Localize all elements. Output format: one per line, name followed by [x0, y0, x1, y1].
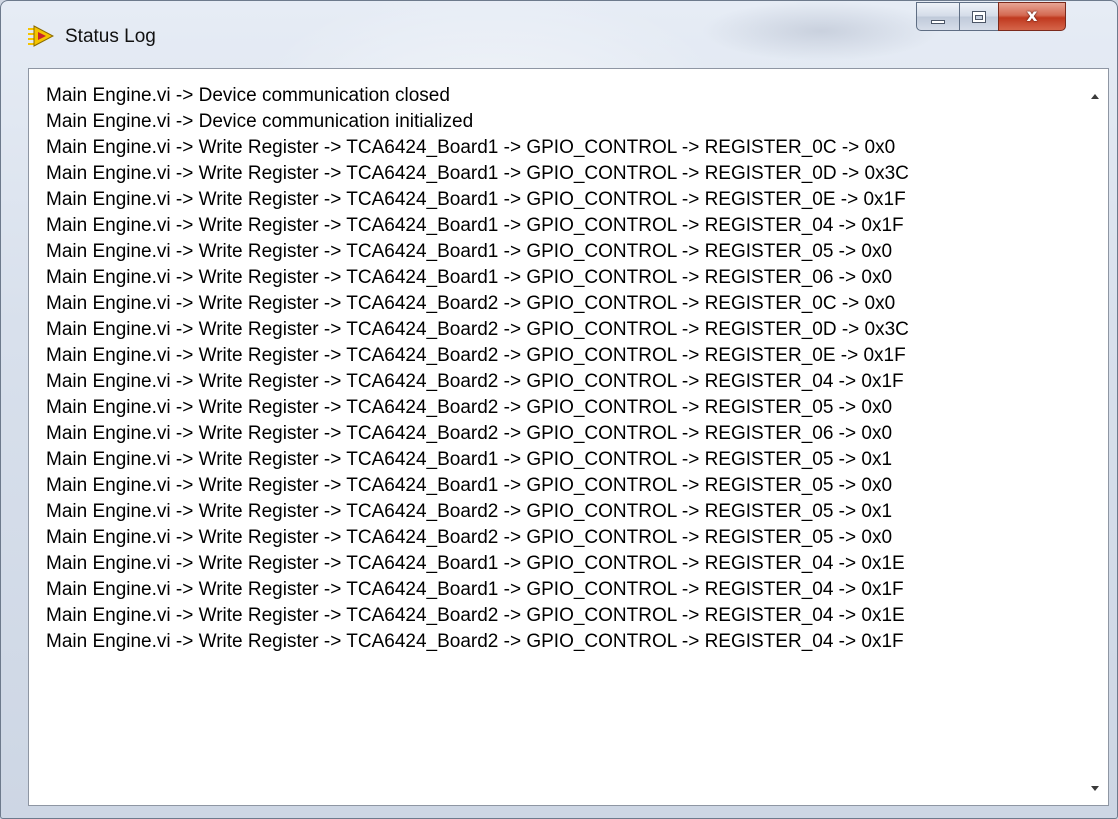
scroll-down-button[interactable] [1082, 775, 1108, 801]
log-line: Main Engine.vi -> Write Register -> TCA6… [46, 449, 893, 470]
log-line: Main Engine.vi -> Write Register -> TCA6… [46, 319, 909, 340]
close-button[interactable]: x [998, 2, 1066, 31]
minimize-button[interactable] [916, 2, 960, 31]
log-line: Main Engine.vi -> Write Register -> TCA6… [46, 501, 893, 522]
log-line: Main Engine.vi -> Write Register -> TCA6… [46, 293, 896, 314]
labview-arrow-icon [28, 25, 54, 47]
log-line: Main Engine.vi -> Write Register -> TCA6… [46, 553, 905, 574]
log-line: Main Engine.vi -> Device communication c… [46, 85, 450, 106]
vertical-scrollbar[interactable] [1082, 69, 1108, 805]
log-line: Main Engine.vi -> Write Register -> TCA6… [46, 345, 906, 366]
log-line: Main Engine.vi -> Write Register -> TCA6… [46, 397, 893, 418]
maximize-button[interactable] [959, 2, 999, 31]
log-line: Main Engine.vi -> Write Register -> TCA6… [46, 267, 893, 288]
log-line: Main Engine.vi -> Write Register -> TCA6… [46, 527, 893, 548]
log-line: Main Engine.vi -> Device communication i… [46, 111, 474, 132]
log-line: Main Engine.vi -> Write Register -> TCA6… [46, 631, 904, 652]
log-line: Main Engine.vi -> Write Register -> TCA6… [46, 163, 909, 184]
log-line: Main Engine.vi -> Write Register -> TCA6… [46, 137, 896, 158]
scroll-up-icon [1091, 93, 1099, 99]
close-icon: x [1026, 6, 1038, 26]
log-line: Main Engine.vi -> Write Register -> TCA6… [46, 579, 904, 600]
window-title: Status Log [65, 26, 156, 47]
scroll-down-icon [1091, 785, 1099, 791]
log-line: Main Engine.vi -> Write Register -> TCA6… [46, 475, 893, 496]
status-log-listbox[interactable]: Main Engine.vi -> Device communication c… [28, 68, 1109, 806]
title-bar[interactable]: Status Log x [1, 1, 1117, 67]
caption-buttons: x [916, 2, 1109, 32]
log-line: Main Engine.vi -> Write Register -> TCA6… [46, 371, 904, 392]
scroll-up-button[interactable] [1082, 83, 1108, 109]
minimize-icon [931, 19, 945, 24]
log-line: Main Engine.vi -> Write Register -> TCA6… [46, 241, 893, 262]
log-line: Main Engine.vi -> Write Register -> TCA6… [46, 423, 893, 444]
log-line: Main Engine.vi -> Write Register -> TCA6… [46, 189, 906, 210]
maximize-icon [972, 10, 986, 23]
status-log-window: Status Log x Main Engine.vi -> Device co… [0, 0, 1118, 819]
log-lines: Main Engine.vi -> Device communication c… [46, 83, 1076, 793]
log-line: Main Engine.vi -> Write Register -> TCA6… [46, 605, 905, 626]
log-line: Main Engine.vi -> Write Register -> TCA6… [46, 215, 904, 236]
